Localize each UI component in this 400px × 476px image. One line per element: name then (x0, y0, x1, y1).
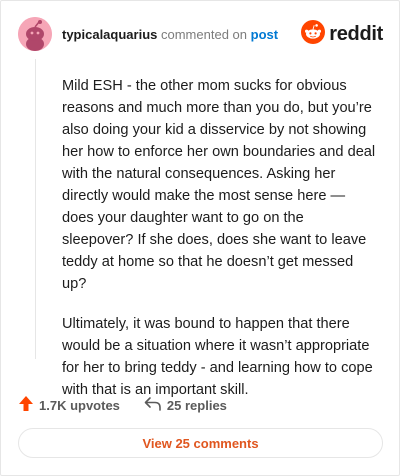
comment-paragraph: Mild ESH - the other mom sucks for obvio… (62, 78, 376, 292)
reddit-brand[interactable]: reddit (301, 19, 383, 49)
user-avatar-icon[interactable] (18, 17, 52, 51)
username-link[interactable]: typicalaquarius (62, 27, 157, 42)
comment-body: Mild ESH - the other mom sucks for obvio… (62, 75, 378, 419)
upvote-stat[interactable]: 1.7K upvotes (18, 395, 120, 415)
comment-stats: 1.7K upvotes 25 replies (18, 395, 383, 415)
reply-arrow-icon (144, 396, 167, 415)
thread-line (35, 59, 36, 359)
comment-header: typicalaquarius commented on post reddit (18, 17, 383, 51)
view-comments-button[interactable]: View 25 comments (18, 428, 383, 458)
upvote-arrow-icon (18, 395, 39, 415)
comment-meta: typicalaquarius commented on post (62, 27, 278, 43)
comment-card: typicalaquarius commented on post reddit (0, 0, 400, 476)
reply-count: 25 replies (166, 397, 227, 413)
post-link[interactable]: post (251, 27, 278, 42)
reddit-wordmark: reddit (329, 22, 383, 45)
comment-paragraph: Ultimately, it was bound to happen that … (62, 316, 373, 398)
reddit-logo-icon (301, 19, 326, 49)
commented-on-label: commented on (161, 27, 247, 42)
upvote-count: 1.7K upvotes (39, 397, 120, 413)
reply-stat[interactable]: 25 replies (144, 396, 227, 415)
